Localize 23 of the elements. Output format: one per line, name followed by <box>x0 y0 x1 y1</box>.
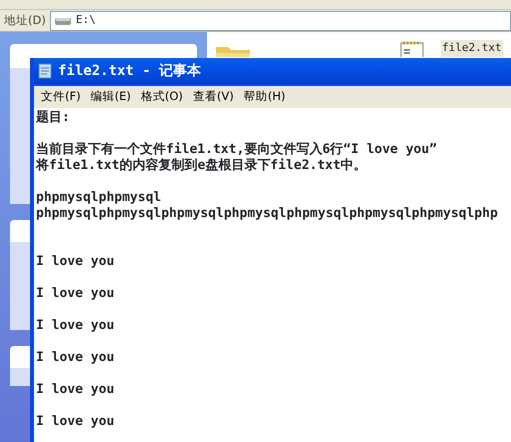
text-line: 题目: <box>36 110 70 126</box>
menu-item[interactable]: 查看(V) <box>188 87 239 107</box>
menu-item[interactable]: 格式(O) <box>136 87 188 107</box>
text-line: I love you <box>36 254 114 270</box>
text-line: phpmysqlphpmysql <box>36 190 162 206</box>
address-field[interactable]: E:\ <box>50 10 511 30</box>
text-line: phpmysqlphpmysqlphpmysqlphpmysqlphpmysqlphpmysqlphpmysqlphp <box>36 206 498 222</box>
text-line: 将file1.txt的内容复制到e盘根目录下file2.txt中。 <box>36 158 367 174</box>
text-line: I love you <box>36 382 114 398</box>
file-name[interactable]: file2.txt <box>441 40 503 56</box>
address-label: 地址(D) <box>3 12 47 29</box>
text-line: I love you <box>36 318 114 334</box>
menu-item[interactable]: 帮助(H) <box>238 87 290 107</box>
text-line: 当前目录下有一个文件file1.txt,要向文件写入6行“I love you” <box>36 142 438 158</box>
notepad-icon <box>38 63 52 79</box>
menu-item[interactable]: 文件(F) <box>36 87 86 107</box>
text-line: I love you <box>36 350 114 366</box>
text-line: I love you <box>36 414 114 430</box>
drive-icon <box>54 16 72 26</box>
menu-item[interactable]: 编辑(E) <box>86 87 136 107</box>
text-line: I love you <box>36 286 114 302</box>
window-title: file2.txt - 记事本 <box>58 62 202 80</box>
notepad-file-icon[interactable] <box>399 40 425 57</box>
